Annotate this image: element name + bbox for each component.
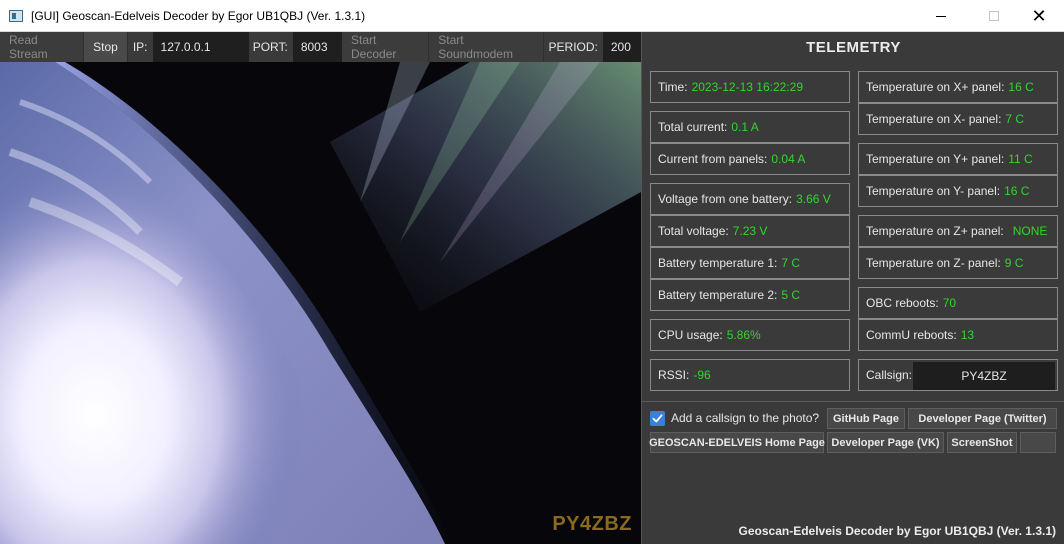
temp-x-minus-field: Temperature on X- panel: 7 C <box>858 103 1058 135</box>
temp-y-minus-label: Temperature on Y- panel: <box>866 184 1001 198</box>
current-panels-value: 0.04 A <box>771 152 806 166</box>
developer-twitter-button[interactable]: Developer Page (Twitter) <box>908 408 1057 429</box>
commu-reboots-label: CommU reboots: <box>866 328 957 342</box>
cpu-usage-value: 5.86% <box>726 328 761 342</box>
earth-image <box>0 62 641 544</box>
battery-temp2-field: Battery temperature 2: 5 C <box>650 279 850 311</box>
port-input[interactable]: 8003 <box>292 32 342 62</box>
panel-divider <box>642 401 1064 402</box>
temp-x-plus-value: 16 C <box>1008 80 1034 94</box>
total-voltage-value: 7.23 V <box>732 224 768 238</box>
window-title: [GUI] Geoscan-Edelveis Decoder by Egor U… <box>31 8 366 23</box>
voltage-battery-field: Voltage from one battery: 3.66 V <box>650 183 850 215</box>
temp-z-minus-value: 9 C <box>1004 256 1024 270</box>
close-button[interactable]: ✕ <box>1016 0 1062 32</box>
temp-x-minus-label: Temperature on X- panel: <box>866 112 1002 126</box>
start-decoder-button[interactable]: Start Decoder <box>342 32 430 62</box>
battery-temp2-label: Battery temperature 2: <box>658 288 778 302</box>
battery-temp1-label: Battery temperature 1: <box>658 256 778 270</box>
total-voltage-label: Total voltage: <box>658 224 729 238</box>
rssi-value: -96 <box>693 368 711 382</box>
toolbar: Read Stream Stop IP: 127.0.0.1 PORT: 800… <box>0 32 641 62</box>
add-callsign-checkbox[interactable] <box>650 411 665 426</box>
home-page-button[interactable]: GEOSCAN-EDELVEIS Home Page <box>649 432 825 453</box>
period-input[interactable]: 200 <box>602 32 641 62</box>
temp-y-plus-label: Temperature on Y+ panel: <box>866 152 1005 166</box>
ip-label: IP: <box>132 40 148 54</box>
commu-reboots-value: 13 <box>960 328 975 342</box>
temp-x-plus-label: Temperature on X+ panel: <box>866 80 1005 94</box>
callsign-input[interactable]: PY4ZBZ <box>913 362 1055 390</box>
voltage-battery-value: 3.66 V <box>796 192 831 206</box>
maximize-button[interactable] <box>971 0 1017 32</box>
stop-button[interactable]: Stop <box>84 32 128 62</box>
commu-reboots-field: CommU reboots: 13 <box>858 319 1058 351</box>
minimize-icon <box>936 15 946 17</box>
temp-y-minus-field: Temperature on Y- panel: 16 C <box>858 175 1058 207</box>
temp-y-plus-value: 11 C <box>1008 152 1033 166</box>
voltage-battery-label: Voltage from one battery: <box>658 192 793 206</box>
cpu-usage-field: CPU usage: 5.86% <box>650 319 850 351</box>
satellite-photo: PY4ZBZ <box>0 62 641 544</box>
screenshot-button[interactable]: ScreenShot <box>947 432 1017 453</box>
temp-z-plus-field: Temperature on Z+ panel: NONE <box>858 215 1058 247</box>
obc-reboots-field: OBC reboots: 70 <box>858 287 1058 319</box>
callsign-label: Callsign: <box>866 368 913 382</box>
minimize-button[interactable] <box>918 0 964 32</box>
temp-x-plus-field: Temperature on X+ panel: 16 C <box>858 71 1058 103</box>
app-icon <box>9 9 23 22</box>
photo-callsign-overlay: PY4ZBZ <box>552 513 632 535</box>
temp-y-minus-value: 16 C <box>1004 184 1030 198</box>
ip-input[interactable]: 127.0.0.1 <box>152 32 249 62</box>
rssi-label: RSSI: <box>658 368 690 382</box>
obc-reboots-label: OBC reboots: <box>866 296 939 310</box>
battery-temp2-value: 5 C <box>781 288 801 302</box>
obc-reboots-value: 70 <box>942 296 957 310</box>
total-current-value: 0.1 A <box>731 120 759 134</box>
temp-z-plus-value: NONE <box>1012 224 1048 238</box>
battery-temp1-value: 7 C <box>781 256 801 270</box>
close-icon: ✕ <box>1031 5 1047 26</box>
temp-z-plus-label: Temperature on Z+ panel: <box>866 224 1004 238</box>
checkmark-icon <box>652 414 663 423</box>
battery-temp1-field: Battery temperature 1: 7 C <box>650 247 850 279</box>
developer-vk-button[interactable]: Developer Page (VK) <box>827 432 944 453</box>
telemetry-panel: TELEMETRY Time: 2023-12-13 16:22:29 Tota… <box>641 32 1064 544</box>
current-panels-field: Current from panels: 0.04 A <box>650 143 850 175</box>
current-panels-label: Current from panels: <box>658 152 768 166</box>
blank-button[interactable] <box>1020 432 1056 453</box>
read-stream-button[interactable]: Read Stream <box>0 32 85 62</box>
maximize-icon <box>989 11 999 21</box>
title-bar: [GUI] Geoscan-Edelveis Decoder by Egor U… <box>0 0 1064 32</box>
temp-z-minus-label: Temperature on Z- panel: <box>866 256 1001 270</box>
total-current-label: Total current: <box>658 120 728 134</box>
total-voltage-field: Total voltage: 7.23 V <box>650 215 850 247</box>
time-label: Time: <box>658 80 688 94</box>
telemetry-title: TELEMETRY <box>806 38 901 56</box>
period-label: PERIOD: <box>548 40 598 54</box>
port-label: PORT: <box>252 40 288 54</box>
start-soundmodem-button[interactable]: Start Soundmodem <box>429 32 544 62</box>
time-field: Time: 2023-12-13 16:22:29 <box>650 71 850 103</box>
temp-y-plus-field: Temperature on Y+ panel: 11 C <box>858 143 1058 175</box>
time-value: 2023-12-13 16:22:29 <box>691 80 803 94</box>
rssi-field: RSSI: -96 <box>650 359 850 391</box>
github-page-button[interactable]: GitHub Page <box>827 408 905 429</box>
temp-z-minus-field: Temperature on Z- panel: 9 C <box>858 247 1058 279</box>
total-current-field: Total current: 0.1 A <box>650 111 850 143</box>
cpu-usage-label: CPU usage: <box>658 328 723 342</box>
add-callsign-label[interactable]: Add a callsign to the photo? <box>671 410 819 426</box>
temp-x-minus-value: 7 C <box>1005 112 1025 126</box>
footer-credits: Geoscan-Edelveis Decoder by Egor UB1QBJ … <box>738 524 1056 538</box>
